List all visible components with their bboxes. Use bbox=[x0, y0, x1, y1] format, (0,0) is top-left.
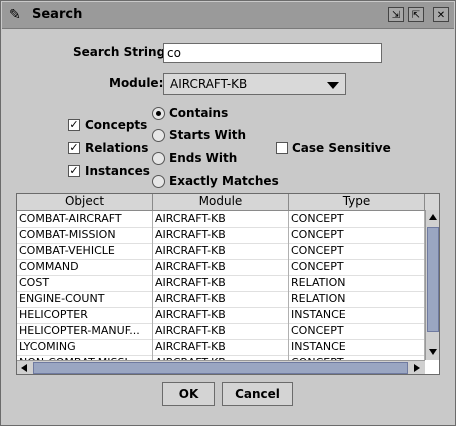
cell-module: AIRCRAFT-KB bbox=[153, 227, 289, 243]
cell-object: ENGINE-COUNT bbox=[17, 291, 153, 307]
instances-checkbox[interactable]: ✓ bbox=[68, 165, 80, 177]
cell-object: COMBAT-VEHICLE bbox=[17, 243, 153, 259]
corner-header bbox=[425, 194, 439, 210]
cell-type: INSTANCE bbox=[289, 339, 425, 355]
starts-with-radio[interactable] bbox=[152, 129, 165, 142]
horizontal-scrollbar[interactable] bbox=[17, 360, 425, 374]
table-row[interactable]: COMBAT-VEHICLE AIRCRAFT-KB CONCEPT bbox=[17, 243, 425, 260]
cell-type: CONCEPT bbox=[289, 227, 425, 243]
cell-type: INSTANCE bbox=[289, 307, 425, 323]
ends-with-radio[interactable] bbox=[152, 152, 165, 165]
cell-module: AIRCRAFT-KB bbox=[153, 275, 289, 291]
exactly-matches-radio[interactable] bbox=[152, 175, 165, 188]
cell-type: CONCEPT bbox=[289, 211, 425, 227]
scroll-left-icon[interactable] bbox=[21, 364, 27, 372]
scroll-right-icon[interactable] bbox=[414, 364, 420, 372]
maximize-icon[interactable]: ⇱ bbox=[408, 7, 424, 22]
window-title: Search bbox=[32, 7, 83, 22]
cell-module: AIRCRAFT-KB bbox=[153, 307, 289, 323]
ends-with-label: Ends With bbox=[169, 151, 238, 165]
chevron-down-icon bbox=[327, 82, 339, 89]
minimize-icon[interactable]: ⇲ bbox=[388, 7, 404, 22]
cell-type: RELATION bbox=[289, 275, 425, 291]
cell-object: HELICOPTER-MANUF... bbox=[17, 323, 153, 339]
cell-type: CONCEPT bbox=[289, 323, 425, 339]
case-sensitive-checkbox[interactable] bbox=[276, 142, 288, 154]
cancel-button[interactable]: Cancel bbox=[222, 382, 293, 406]
relations-checkbox[interactable]: ✓ bbox=[68, 142, 80, 154]
table-row[interactable]: COMBAT-AIRCRAFT AIRCRAFT-KB CONCEPT bbox=[17, 211, 425, 228]
instances-label: Instances bbox=[85, 164, 150, 178]
contains-radio[interactable] bbox=[152, 107, 165, 120]
cell-object: COMMAND bbox=[17, 259, 153, 275]
cell-module: AIRCRAFT-KB bbox=[153, 211, 289, 227]
vertical-scrollbar[interactable] bbox=[425, 210, 439, 360]
exactly-matches-label: Exactly Matches bbox=[169, 174, 279, 188]
pen-icon: ✎ bbox=[9, 7, 21, 23]
table-row[interactable]: COMBAT-MISSION AIRCRAFT-KB CONCEPT bbox=[17, 227, 425, 244]
table-row[interactable]: COST AIRCRAFT-KB RELATION bbox=[17, 275, 425, 292]
table-header: Object Module Type bbox=[17, 194, 439, 211]
cell-module: AIRCRAFT-KB bbox=[153, 291, 289, 307]
table-row[interactable]: ENGINE-COUNT AIRCRAFT-KB RELATION bbox=[17, 291, 425, 308]
relations-label: Relations bbox=[85, 141, 149, 155]
horizontal-scroll-thumb[interactable] bbox=[33, 362, 408, 374]
cell-object: COST bbox=[17, 275, 153, 291]
cell-type: CONCEPT bbox=[289, 243, 425, 259]
table-row[interactable]: HELICOPTER-MANUF... AIRCRAFT-KB CONCEPT bbox=[17, 323, 425, 340]
title-bar[interactable]: ✎ Search ⇲ ⇱ ✕ bbox=[2, 2, 454, 29]
cell-module: AIRCRAFT-KB bbox=[153, 323, 289, 339]
module-label: Module: bbox=[109, 76, 164, 90]
cell-object: COMBAT-MISSION bbox=[17, 227, 153, 243]
search-string-label: Search String: bbox=[73, 45, 170, 59]
column-header-module[interactable]: Module bbox=[153, 194, 289, 210]
cell-type: RELATION bbox=[289, 291, 425, 307]
module-dropdown[interactable]: AIRCRAFT-KB bbox=[163, 73, 346, 95]
column-header-object[interactable]: Object bbox=[17, 194, 153, 210]
close-icon[interactable]: ✕ bbox=[433, 7, 449, 22]
cell-object: LYCOMING bbox=[17, 339, 153, 355]
concepts-label: Concepts bbox=[85, 118, 148, 132]
column-header-type[interactable]: Type bbox=[289, 194, 425, 210]
cell-module: AIRCRAFT-KB bbox=[153, 339, 289, 355]
cell-module: AIRCRAFT-KB bbox=[153, 243, 289, 259]
scroll-down-icon[interactable] bbox=[429, 349, 437, 355]
concepts-checkbox[interactable]: ✓ bbox=[68, 119, 80, 131]
results-table: Object Module Type COMBAT-AIRCRAFT AIRCRA… bbox=[16, 193, 440, 375]
table-row[interactable]: HELICOPTER AIRCRAFT-KB INSTANCE bbox=[17, 307, 425, 324]
starts-with-label: Starts With bbox=[169, 128, 247, 142]
search-input[interactable]: co bbox=[163, 43, 382, 63]
table-row[interactable]: COMMAND AIRCRAFT-KB CONCEPT bbox=[17, 259, 425, 276]
search-dialog: ✎ Search ⇲ ⇱ ✕ Search String: co Module:… bbox=[0, 0, 456, 426]
case-sensitive-label: Case Sensitive bbox=[292, 141, 391, 155]
table-row[interactable]: LYCOMING AIRCRAFT-KB INSTANCE bbox=[17, 339, 425, 356]
module-selected: AIRCRAFT-KB bbox=[170, 77, 248, 91]
cell-module: AIRCRAFT-KB bbox=[153, 259, 289, 275]
ok-button[interactable]: OK bbox=[162, 382, 215, 406]
cell-object: COMBAT-AIRCRAFT bbox=[17, 211, 153, 227]
vertical-scroll-thumb[interactable] bbox=[427, 227, 439, 332]
contains-label: Contains bbox=[169, 106, 229, 120]
cell-object: HELICOPTER bbox=[17, 307, 153, 323]
scroll-up-icon[interactable] bbox=[429, 214, 437, 220]
cell-type: CONCEPT bbox=[289, 259, 425, 275]
